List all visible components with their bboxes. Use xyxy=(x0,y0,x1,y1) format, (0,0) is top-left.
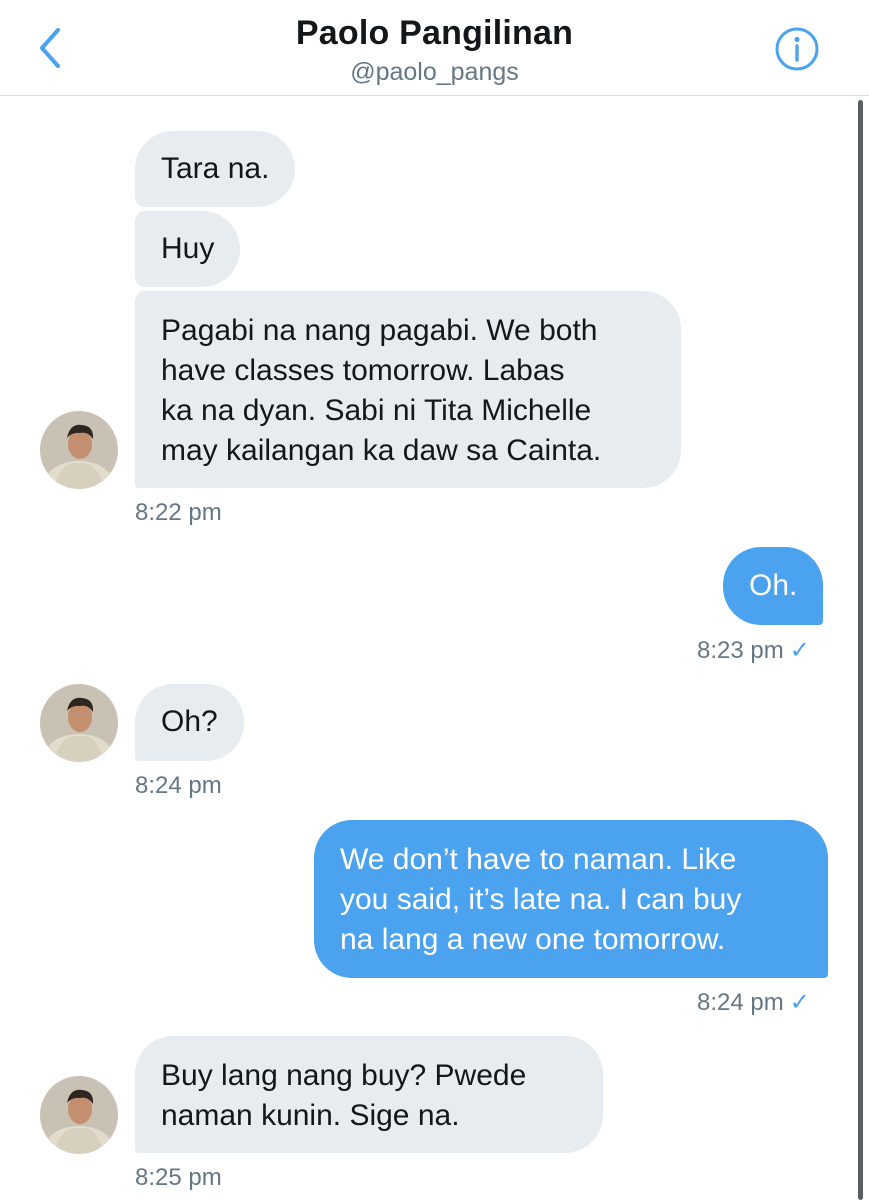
message-text: Oh? xyxy=(161,705,218,738)
message-timestamp: 8:24 pm xyxy=(135,772,222,799)
message-bubble-incoming[interactable]: Buy lang nang buy? Pwede naman kunin. Si… xyxy=(135,1036,603,1153)
message-time: 8:24 pm xyxy=(697,989,784,1016)
conversation-header: Paolo Pangilinan @paolo_pangs xyxy=(0,0,869,96)
message-bubble-outgoing[interactable]: Oh. xyxy=(723,547,824,625)
message-text: Tara na. xyxy=(161,152,270,185)
contact-name[interactable]: Paolo Pangilinan xyxy=(0,14,869,53)
info-button[interactable] xyxy=(774,26,820,72)
read-check-icon: ✓ xyxy=(789,637,810,664)
message-line: ka na dyan. Sabi ni Tita Michelle xyxy=(161,394,592,427)
avatar-photo xyxy=(40,1076,118,1154)
message-text: Huy xyxy=(161,232,215,265)
info-circle-icon xyxy=(775,27,819,71)
contact-avatar[interactable] xyxy=(40,411,118,489)
message-timestamp: 8:25 pm xyxy=(135,1164,222,1191)
message-text: Oh. xyxy=(749,569,798,602)
message-line: Pagabi na nang pagabi. We both xyxy=(161,314,598,347)
contact-avatar[interactable] xyxy=(40,1076,118,1154)
message-line: have classes tomorrow. Labas xyxy=(161,354,565,387)
message-bubble-outgoing[interactable]: We don’t have to naman. Like you said, i… xyxy=(314,820,828,978)
message-line: Buy lang nang buy? Pwede xyxy=(161,1059,527,1092)
read-check-icon: ✓ xyxy=(789,989,810,1016)
contact-avatar[interactable] xyxy=(40,684,118,762)
message-bubble-incoming[interactable]: Pagabi na nang pagabi. We both have clas… xyxy=(135,291,681,488)
message-line: may kailangan ka daw sa Cainta. xyxy=(161,434,602,467)
avatar-photo xyxy=(40,411,118,489)
message-bubble-incoming[interactable]: Tara na. xyxy=(135,131,296,207)
message-time: 8:23 pm xyxy=(697,637,784,664)
message-line: na lang a new one tomorrow. xyxy=(340,923,726,956)
scrollbar[interactable] xyxy=(858,100,863,1200)
message-bubble-incoming[interactable]: Huy xyxy=(135,211,241,287)
contact-handle: @paolo_pangs xyxy=(350,58,519,86)
message-line: you said, it’s late na. I can buy xyxy=(340,883,742,916)
message-line: naman kunin. Sige na. xyxy=(161,1099,460,1132)
message-line: We don’t have to naman. Like xyxy=(340,843,737,876)
message-timestamp: 8:22 pm xyxy=(135,499,222,526)
message-timestamp: 8:23 pm ✓ xyxy=(697,636,810,665)
message-timestamp: 8:24 pm ✓ xyxy=(697,988,810,1017)
message-bubble-incoming[interactable]: Oh? xyxy=(135,684,244,761)
dm-conversation-screen: Paolo Pangilinan @paolo_pangs Tara na. H… xyxy=(0,0,869,1200)
avatar-photo xyxy=(40,684,118,762)
